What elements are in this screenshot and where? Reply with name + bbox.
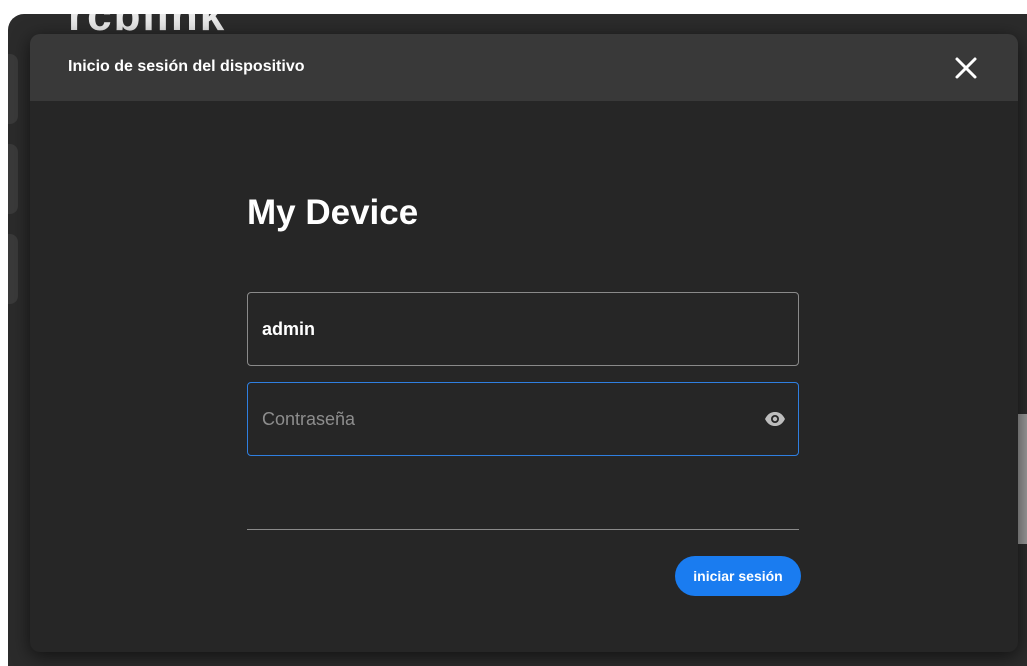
login-button[interactable]: iniciar sesión [675, 556, 801, 596]
password-field[interactable] [247, 382, 799, 456]
device-name: My Device [247, 193, 419, 232]
dialog-title: Inicio de sesión del dispositivo [68, 58, 305, 75]
background-side-tab [8, 144, 18, 214]
dialog-header: Inicio de sesión del dispositivo [30, 34, 1018, 101]
username-input[interactable] [262, 293, 742, 365]
background-side-tab [8, 54, 18, 124]
eye-icon [765, 412, 785, 426]
close-button[interactable] [952, 54, 980, 82]
background-panel-edge [1017, 414, 1027, 544]
close-icon [955, 57, 977, 79]
password-input[interactable] [262, 383, 742, 455]
login-dialog: Inicio de sesión del dispositivo My Devi… [30, 34, 1018, 652]
form-divider [247, 529, 799, 530]
username-field[interactable] [247, 292, 799, 366]
background-side-tab [8, 234, 18, 304]
dialog-body: My Device iniciar sesión [30, 101, 1018, 652]
show-password-toggle[interactable] [764, 409, 786, 429]
